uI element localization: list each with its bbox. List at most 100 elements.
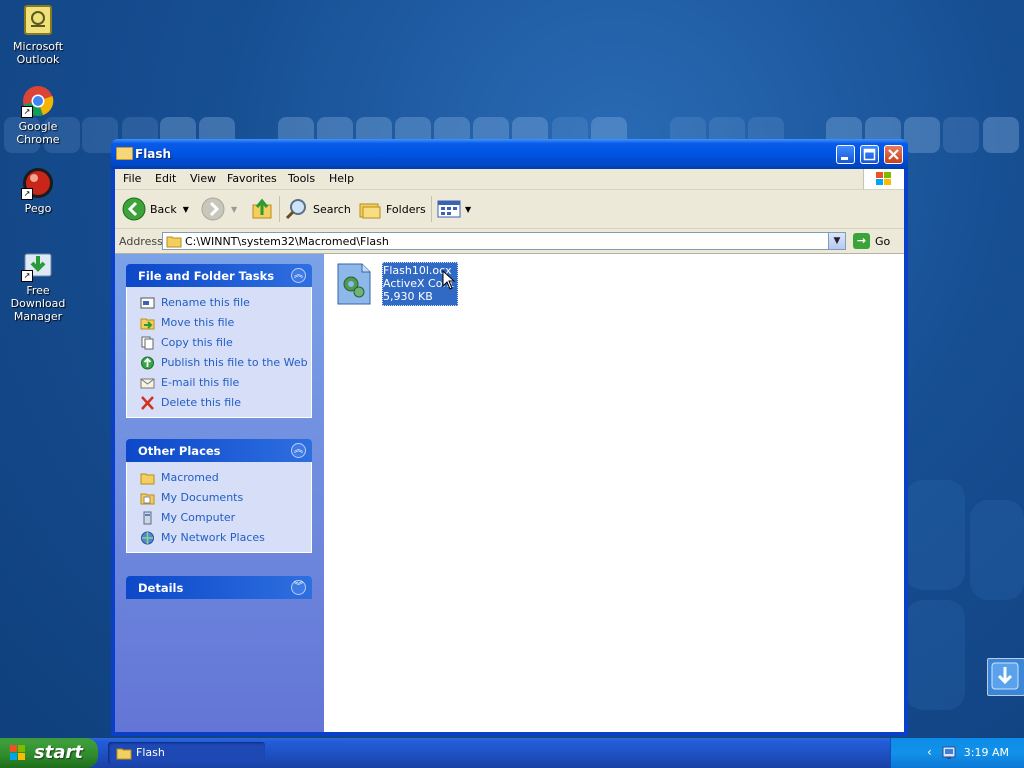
close-button[interactable] [884,145,903,164]
go-arrow-icon[interactable]: → [853,233,870,249]
task-copy-file[interactable]: Copy this file [127,333,311,353]
desktop-icon-label: Free Download Manager [10,284,66,323]
panel-header[interactable]: Details ︾ [126,576,312,599]
windows-logo-icon [863,169,904,189]
go-button[interactable]: Go [875,235,890,248]
folders-icon [359,203,381,219]
place-label: My Network Places [161,531,265,544]
desktop-icon-label: Microsoft Outlook [12,40,64,66]
minimize-button[interactable] [836,145,855,164]
activex-file-icon[interactable] [336,262,372,306]
window-titlebar[interactable]: Flash [111,139,908,169]
task-label: Publish this file to the Web [161,356,308,369]
file-size: 5,930 KB [383,290,433,303]
desktop-icon-label: Pego [24,202,52,215]
back-arrow-icon [122,197,146,221]
menu-favorites[interactable]: Favorites [227,172,277,185]
maximize-button[interactable] [860,145,879,164]
panel-header[interactable]: Other Places ︽ [126,439,312,462]
network-tray-icon[interactable] [941,745,957,761]
clock[interactable]: 3:19 AM [964,746,1009,759]
address-input[interactable]: C:\WINNT\system32\Macromed\Flash ▼ [162,232,846,250]
fdm-icon: ↗ [21,248,55,282]
address-label: Address [119,235,163,248]
mouse-cursor-icon [442,270,456,290]
folders-button[interactable]: Folders [358,198,426,220]
outlook-icon [21,4,55,38]
up-folder-button[interactable] [250,198,274,220]
maximize-icon [863,148,876,161]
place-label: My Documents [161,491,244,504]
network-places-icon [141,531,154,545]
panel-title: Details [138,581,184,595]
scroll-down-icon[interactable] [987,658,1024,696]
search-button[interactable]: Search [285,198,351,220]
place-label: My Computer [161,511,236,524]
desktop-icon-fdm[interactable]: ↗ Free Download Manager [0,248,78,323]
menu-file[interactable]: File [123,172,141,185]
toolbar: Back ▼ ▼ Search Folders ▼ [115,190,904,229]
task-delete-file[interactable]: Delete this file [127,393,311,413]
collapse-chevron-icon[interactable]: ︽ [291,268,306,283]
task-publish-file[interactable]: Publish this file to the Web [127,353,311,373]
folder-icon [140,473,155,485]
address-value: C:\WINNT\system32\Macromed\Flash [185,235,389,248]
window-title: Flash [135,147,172,161]
copy-icon [141,336,154,350]
task-email-file[interactable]: E-mail this file [127,373,311,393]
folder-icon [166,236,182,248]
forward-dropdown-icon: ▼ [231,204,238,214]
folder-icon [116,748,132,760]
taskbar: start Flash ‹ 3:19 AM [0,738,1024,768]
place-network-places[interactable]: My Network Places [127,528,311,548]
email-icon [140,378,155,389]
delete-icon [141,396,154,410]
views-dropdown-icon[interactable]: ▼ [465,205,471,214]
toolbar-separator [431,196,432,222]
desktop-icon-chrome[interactable]: ↗ Google Chrome [0,84,78,146]
menu-tools[interactable]: Tools [288,172,315,185]
task-move-file[interactable]: Move this file [127,313,311,333]
my-documents-icon [140,493,155,505]
back-button[interactable]: Back ▼ [122,197,189,221]
panel-header[interactable]: File and Folder Tasks ︽ [126,264,312,287]
back-label: Back [150,202,177,216]
task-label: Move this file [161,316,235,329]
place-macromed[interactable]: Macromed [127,468,311,488]
forward-arrow-icon [201,197,225,221]
desktop-icon-label: Google Chrome [16,120,60,146]
minimize-icon [841,157,848,160]
panel-title: Other Places [138,444,221,458]
shortcut-arrow-icon: ↗ [21,106,33,118]
show-hidden-icons-icon[interactable]: ‹ [927,745,932,759]
place-my-computer[interactable]: My Computer [127,508,311,528]
task-label: Rename this file [161,296,250,309]
address-dropdown-icon[interactable]: ▼ [828,233,845,249]
up-folder-icon [252,198,272,219]
taskbar-button-flash[interactable]: Flash [108,742,265,764]
task-rename-file[interactable]: Rename this file [127,293,311,313]
menu-view[interactable]: View [190,172,216,185]
address-bar: Address C:\WINNT\system32\Macromed\Flash… [115,229,904,254]
desktop-icon-outlook[interactable]: Microsoft Outlook [0,4,78,66]
move-icon [140,318,155,330]
menu-edit[interactable]: Edit [155,172,176,185]
collapse-chevron-icon[interactable]: ︽ [291,443,306,458]
close-icon [888,149,899,160]
back-dropdown-icon[interactable]: ▼ [183,205,189,214]
task-label: E-mail this file [161,376,240,389]
menu-bar: File Edit View Favorites Tools Help [115,169,904,190]
forward-button[interactable]: ▼ [201,197,238,221]
views-button[interactable]: ▼ [437,198,471,220]
shortcut-arrow-icon: ↗ [21,270,33,282]
my-computer-icon [143,511,152,525]
place-my-documents[interactable]: My Documents [127,488,311,508]
menu-help[interactable]: Help [329,172,354,185]
desktop-icon-pego[interactable]: ↗ Pego [0,166,78,215]
file-list-pane[interactable]: Flash10l.ocx ActiveX Cont 5,930 KB [324,254,904,732]
search-icon [285,199,306,220]
start-button[interactable]: start [0,738,98,768]
windows-logo-icon [10,745,25,760]
publish-icon [141,356,154,370]
expand-chevron-icon[interactable]: ︾ [291,580,306,595]
